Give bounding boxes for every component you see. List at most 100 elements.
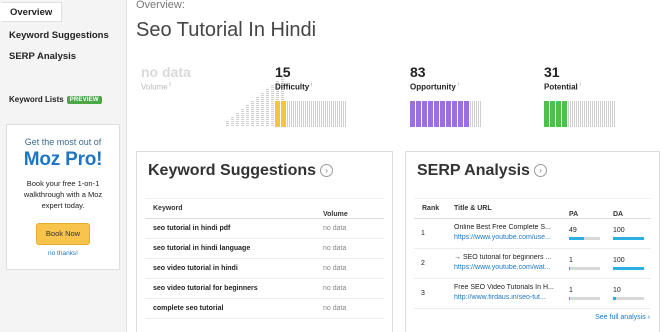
difficulty-segment	[287, 101, 292, 127]
opportunity-segment	[470, 101, 475, 127]
potential-value: 31	[544, 64, 560, 80]
result-title: → SEO tutorial for beginners ...	[454, 254, 552, 261]
potential-bar	[544, 101, 615, 127]
volume-value: no data	[141, 64, 191, 80]
column-rank: Rank	[422, 205, 440, 212]
result-title: Free SEO Video Tutorials In H...	[454, 284, 554, 291]
metric-difficulty: 15 Difficulty i	[275, 64, 312, 92]
keyword-table-header: Keyword Volume i	[145, 198, 384, 219]
table-row[interactable]: seo video tutorial for beginners no data	[145, 279, 384, 299]
potential-segment	[550, 101, 555, 127]
potential-segment	[610, 101, 615, 127]
pa-bar	[569, 267, 600, 270]
table-row[interactable]: seo video tutorial in hindi no data	[145, 259, 384, 279]
table-row[interactable]: 2 → SEO tutorial for beginners ... https…	[414, 249, 651, 279]
preview-badge: PREVIEW	[66, 96, 102, 104]
result-url-link[interactable]: https://www.youtube.com/wat...	[454, 264, 561, 271]
result-title: Online Best Free Complete S...	[454, 224, 551, 231]
volume-placeholder-bar	[251, 101, 254, 127]
opportunity-segment	[464, 101, 469, 127]
volume-placeholder-bar	[236, 113, 239, 127]
result-url-link[interactable]: http://www.firdaus.in/seo-tut...	[454, 294, 561, 301]
difficulty-segment	[317, 101, 322, 127]
table-row[interactable]: 1 Online Best Free Complete S... https:/…	[414, 219, 651, 249]
sidebar-item-keyword-lists[interactable]: Keyword Lists PREVIEW	[9, 95, 102, 104]
column-title-url: Title & URL	[454, 205, 492, 212]
potential-segment	[562, 101, 567, 127]
opportunity-label: Opportunity i	[410, 82, 459, 92]
difficulty-segment	[335, 101, 340, 127]
table-row[interactable]: seo tutorial in hindi language no data	[145, 239, 384, 259]
pa-bar	[569, 297, 600, 300]
serp-analysis-title[interactable]: SERP Analysis ›	[417, 162, 547, 180]
table-row[interactable]: complete seo tutorial no data	[145, 299, 384, 319]
difficulty-segment	[329, 101, 334, 127]
difficulty-segment	[293, 101, 298, 127]
potential-segment	[544, 101, 549, 127]
volume-cell: no data	[323, 285, 347, 292]
sidebar: Overview Keyword Suggestions SERP Analys…	[0, 0, 127, 332]
opportunity-segment	[476, 101, 481, 127]
chevron-right-icon[interactable]: ›	[533, 164, 547, 177]
rank-cell: 1	[421, 230, 425, 237]
sidebar-item-serp-analysis[interactable]: SERP Analysis	[9, 51, 76, 62]
pa-cell: 1	[569, 257, 573, 264]
breadcrumb: Overview:	[136, 0, 185, 11]
pa-bar	[569, 237, 600, 240]
opportunity-segment	[440, 101, 445, 127]
volume-placeholder-bar	[241, 109, 244, 127]
serp-table-header: Rank Title & URL PA i DA i	[414, 198, 651, 219]
serp-analysis-panel: SERP Analysis › Rank Title & URL PA i DA i …	[405, 151, 660, 332]
promo-brand: Moz Pro!	[23, 149, 103, 170]
keyword-suggestions-panel: Keyword Suggestions › Keyword Volume i seo…	[136, 151, 393, 332]
volume-cell: no data	[323, 245, 347, 252]
da-cell: 10	[613, 287, 621, 294]
keyword-cell: complete seo tutorial	[153, 305, 224, 312]
promo-body: Book your free 1-on-1 walkthrough with a…	[23, 179, 103, 210]
metric-volume: no data Volume i	[141, 64, 191, 92]
column-keyword: Keyword	[153, 205, 183, 212]
sidebar-item-keyword-suggestions[interactable]: Keyword Suggestions	[9, 30, 109, 41]
potential-segment	[580, 101, 585, 127]
volume-placeholder-bar	[246, 105, 249, 127]
page-title: Seo Tutorial In Hindi	[136, 19, 317, 41]
opportunity-segment	[446, 101, 451, 127]
volume-placeholder-bar	[231, 117, 234, 127]
volume-placeholder-bar	[266, 89, 269, 127]
potential-segment	[556, 101, 561, 127]
difficulty-bar	[275, 101, 346, 127]
opportunity-bar	[410, 101, 481, 127]
volume-placeholder-bar	[226, 121, 229, 127]
potential-segment	[598, 101, 603, 127]
potential-segment	[592, 101, 597, 127]
see-full-analysis-link[interactable]: See full analysis ›	[595, 314, 650, 321]
opportunity-value: 83	[410, 64, 426, 80]
moz-pro-promo: Get the most out of Moz Pro! Book your f…	[6, 124, 120, 270]
opportunity-segment	[452, 101, 457, 127]
keyword-cell: seo video tutorial in hindi	[153, 265, 238, 272]
opportunity-segment	[416, 101, 421, 127]
table-row[interactable]: 3 Free SEO Video Tutorials In H... http:…	[414, 279, 651, 309]
table-row[interactable]: seo tutorial in hindi pdf no data	[145, 219, 384, 239]
da-cell: 100	[613, 227, 625, 234]
sidebar-item-overview[interactable]: Overview	[0, 2, 62, 22]
keyword-cell: seo tutorial in hindi language	[153, 245, 251, 252]
opportunity-segment	[422, 101, 427, 127]
difficulty-segment	[323, 101, 328, 127]
keyword-suggestions-title[interactable]: Keyword Suggestions ›	[148, 162, 334, 180]
opportunity-segment	[458, 101, 463, 127]
difficulty-segment	[275, 101, 280, 127]
book-now-button[interactable]: Book Now	[36, 223, 90, 245]
opportunity-segment	[434, 101, 439, 127]
chevron-right-icon[interactable]: ›	[320, 164, 334, 177]
result-url-link[interactable]: https://www.youtube.com/use...	[454, 234, 561, 241]
da-bar	[613, 297, 644, 300]
no-thanks-link[interactable]: no thanks!	[7, 250, 119, 257]
keyword-cell: seo video tutorial for beginners	[153, 285, 258, 292]
pa-cell: 49	[569, 227, 577, 234]
potential-segment	[586, 101, 591, 127]
difficulty-segment	[305, 101, 310, 127]
difficulty-segment	[341, 101, 346, 127]
difficulty-segment	[281, 101, 286, 127]
potential-segment	[604, 101, 609, 127]
